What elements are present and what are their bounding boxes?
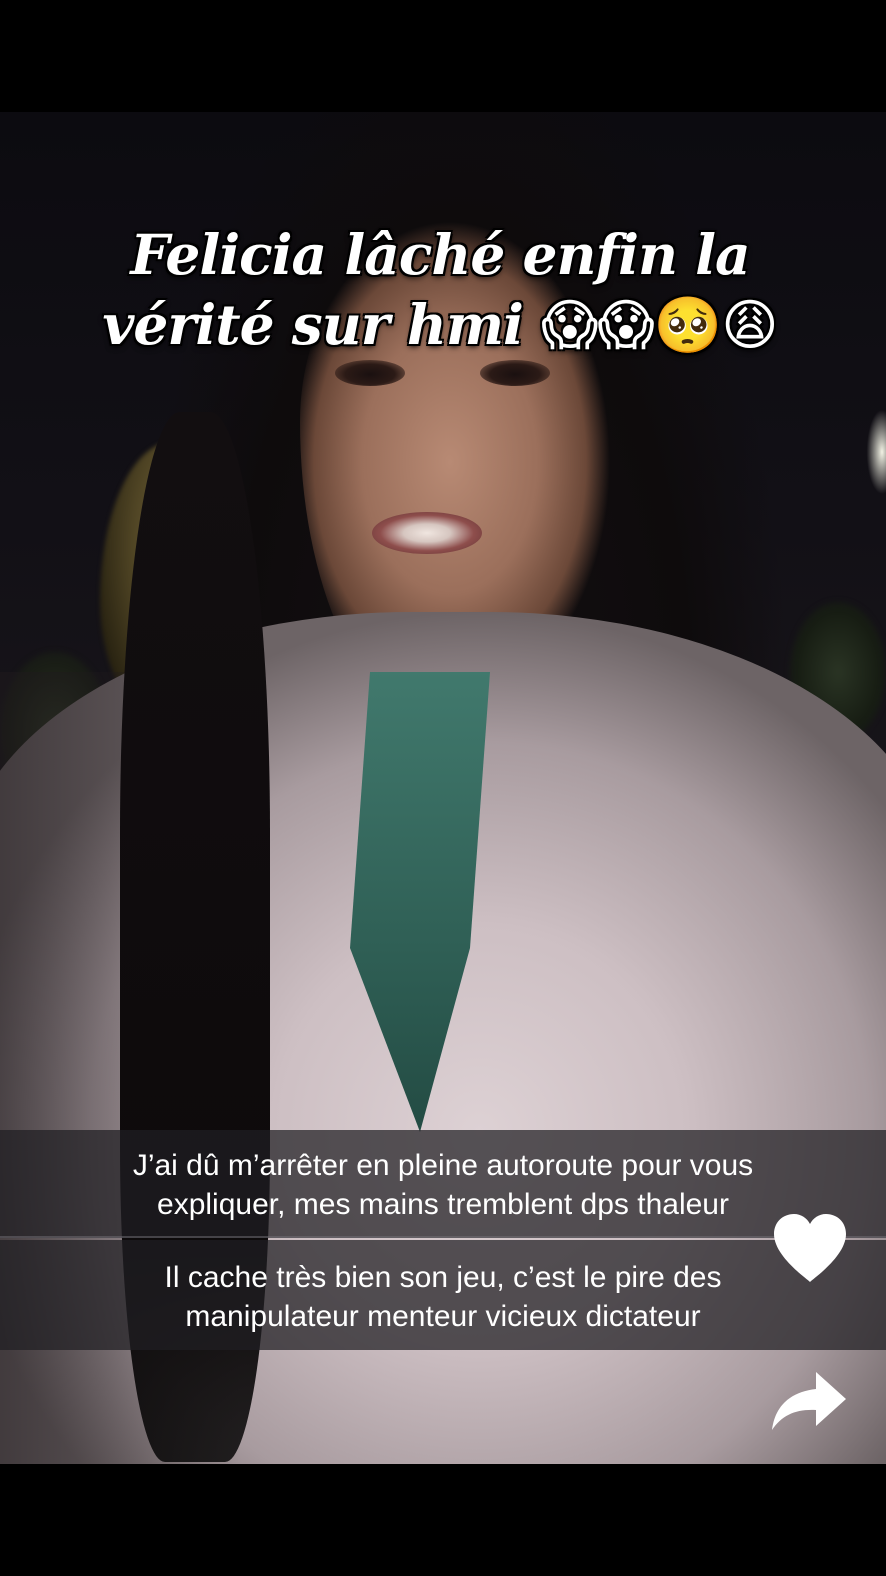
person-eye-left [335,360,405,386]
heart-icon [774,1214,846,1282]
video-title-overlay: Felicia lâché enfin la vérité sur hmi 😱😱… [40,220,840,360]
subtitle-line: J’ai dû m’arrêter en pleine autoroute po… [132,1149,754,1182]
subtitle-block-2: Il cache très bien son jeu, c’est le pir… [0,1240,886,1350]
title-line-2: vérité sur hmi [102,292,524,357]
share-button[interactable] [770,1370,848,1432]
subtitle-line: expliquer, mes mains tremblent dps thale… [157,1188,729,1221]
like-button[interactable] [770,1212,850,1284]
subtitle-line: Il cache très bien son jeu, c’est le pir… [164,1261,722,1294]
subtitle-divider [0,1236,886,1238]
person-eye-right [480,360,550,386]
subtitle-block-1: J’ai dû m’arrêter en pleine autoroute po… [0,1130,886,1236]
person-mouth [372,512,482,554]
subtitle-line: manipulateur menteur vicieux dictateur [185,1300,701,1333]
bottom-letterbox [0,1464,886,1576]
title-line-1: Felicia lâché enfin la [130,222,750,287]
top-letterbox [0,0,886,112]
title-emojis: 😱😱🥺😩 [541,293,778,357]
share-arrow-icon [772,1372,846,1430]
